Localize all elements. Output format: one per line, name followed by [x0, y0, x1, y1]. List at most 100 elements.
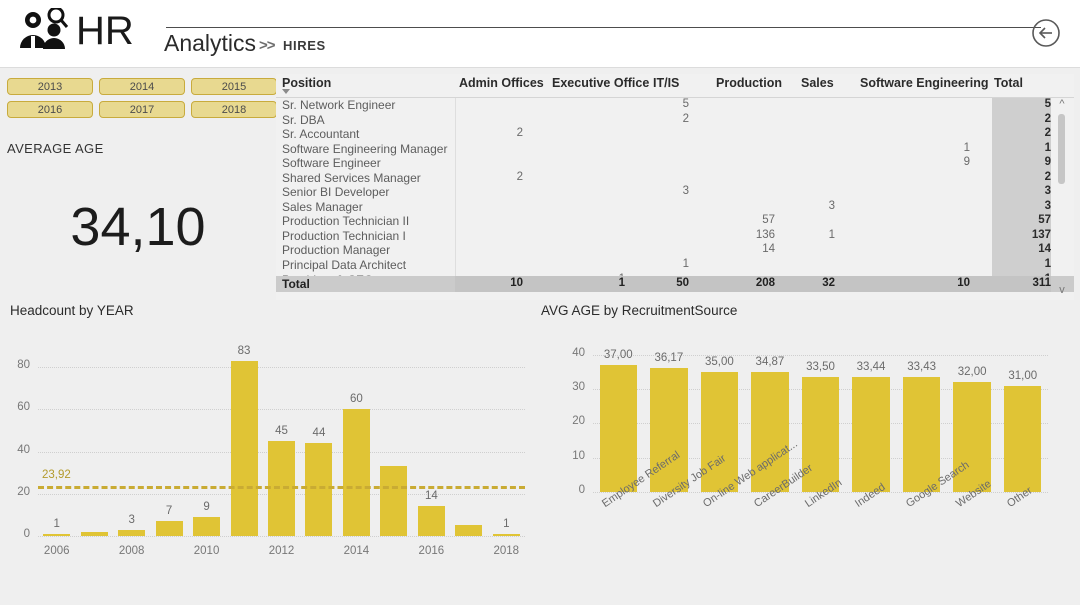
bar[interactable] [268, 441, 295, 536]
bar-data-label: 9 [203, 501, 210, 513]
matrix-col-total[interactable]: Total [994, 76, 1023, 90]
matrix-col-software-engineering[interactable]: Software Engineering [860, 76, 989, 90]
matrix-cell-position: Production Technician I [282, 228, 406, 243]
matrix-cell-total: 3 [1044, 185, 1051, 198]
matrix-cell-position: Production Technician II [282, 214, 410, 229]
hr-logo: HR [18, 6, 134, 54]
table-row[interactable]: Sales Manager 3 3 [276, 200, 1074, 215]
slicer-item-2016[interactable]: 2016 [7, 101, 93, 118]
header-bottom-rule [0, 67, 1080, 68]
slicer-item-2014[interactable]: 2014 [99, 78, 185, 95]
matrix-scrollbar[interactable]: ^ v [1052, 98, 1072, 300]
x-axis-tick[interactable]: 2006 [27, 545, 87, 557]
bar[interactable] [118, 529, 146, 536]
table-row[interactable]: Software Engineer 9 9 [276, 156, 1074, 171]
table-row[interactable]: Production Technician II 57 57 [276, 214, 1074, 229]
x-axis-tick[interactable]: 2010 [177, 545, 237, 557]
y-axis-tick: 20 [17, 485, 30, 498]
matrix-rows: Sr. Network Engineer 5 5 Sr. DBA 2 2 Sr. Accou… [276, 98, 1074, 276]
bar[interactable] [193, 517, 221, 536]
matrix-total-total: 311 [1032, 277, 1051, 289]
bar[interactable] [1004, 385, 1042, 492]
matrix-cell-sales: 1 [828, 228, 835, 241]
matrix-col-sales[interactable]: Sales [801, 76, 834, 90]
bar[interactable] [305, 443, 333, 536]
matrix-cell-position: Sr. Accountant [282, 127, 360, 142]
position-by-department-matrix[interactable]: Position Admin Offices Executive Office … [276, 74, 1074, 300]
y-axis-tick: 0 [578, 484, 585, 496]
table-row[interactable]: Sr. Network Engineer 5 5 [276, 98, 1074, 113]
table-row[interactable]: Production Technician I 136 1 137 [276, 229, 1074, 244]
table-row[interactable]: Software Engineering Manager 1 1 [276, 142, 1074, 157]
bar-data-label: 44 [312, 427, 326, 440]
matrix-cell-total: 57 [1038, 214, 1051, 227]
slicer-item-2015[interactable]: 2015 [191, 78, 277, 95]
headcount-by-year-chart[interactable]: 0 20 40 60 80 1 3 7 9 83 45 44 60 14 1 23,92 2006 2008 201… [0, 322, 535, 592]
scrollbar-thumb[interactable] [1058, 114, 1065, 184]
table-row[interactable]: Principal Data Architect 1 1 [276, 258, 1074, 273]
table-row[interactable]: Sr. Accountant 2 2 [276, 127, 1074, 142]
matrix-cell-position: Sales Manager [282, 199, 363, 214]
matrix-cell-it-is: 2 [682, 112, 689, 125]
slicer-item-2017[interactable]: 2017 [99, 101, 185, 118]
scroll-down-icon[interactable]: v [1056, 284, 1068, 296]
dashboard-page: HR Analytics >> HIRES 2013 2014 2015 201… [0, 0, 1080, 605]
matrix-cell-total: 1 [1044, 258, 1051, 271]
bar[interactable] [342, 409, 370, 536]
matrix-col-executive-office[interactable]: Executive Office [552, 76, 649, 90]
table-row[interactable]: Sr. DBA 2 2 [276, 113, 1074, 128]
matrix-col-position[interactable]: Position [282, 76, 331, 90]
slicer-item-2018[interactable]: 2018 [191, 101, 277, 118]
avg-age-by-recruitmentsource-chart[interactable]: 0 10 20 30 40 37,00 36,17 35,00 34,87 33,50 33,44 3… [535, 322, 1080, 592]
matrix-total-row: Total 10 1 50 208 32 10 311 [276, 276, 1074, 292]
logo-text: HR [76, 9, 134, 53]
matrix-cell-total: 2 [1044, 112, 1051, 125]
matrix-cell-total: 2 [1044, 170, 1051, 183]
matrix-cell-position: Sr. DBA [282, 112, 325, 127]
bar[interactable] [230, 360, 258, 536]
matrix-cell-it-is: 3 [682, 185, 689, 198]
matrix-cell-position: Shared Services Manager [282, 170, 421, 185]
slicer-item-2013[interactable]: 2013 [7, 78, 93, 95]
matrix-cell-production: 14 [762, 243, 775, 256]
y-axis-tick: 10 [572, 449, 585, 462]
bar-data-label: 14 [424, 490, 438, 503]
year-slicer: 2013 2014 2015 2016 2017 2018 [7, 78, 279, 122]
table-row[interactable]: Shared Services Manager 2 2 [276, 171, 1074, 186]
bar[interactable] [155, 521, 183, 536]
matrix-cell-admin-offices: 2 [516, 170, 523, 183]
average-reference-line [38, 485, 525, 489]
y-axis-tick: 60 [17, 401, 30, 414]
matrix-cell-production: 57 [762, 214, 775, 227]
matrix-col-production[interactable]: Production [716, 76, 782, 90]
bar[interactable] [43, 533, 71, 536]
bar-data-label: 1 [503, 517, 510, 530]
matrix-header-row: Position Admin Offices Executive Office … [276, 74, 1074, 98]
matrix-col-it-is[interactable]: IT/IS [653, 76, 679, 90]
bar[interactable] [80, 531, 108, 536]
matrix-cell-it-is: 5 [682, 98, 689, 110]
matrix-col-admin-offices[interactable]: Admin Offices [459, 76, 544, 90]
x-axis-tick[interactable]: 2014 [326, 545, 386, 557]
table-row[interactable]: Senior BI Developer 3 3 [276, 185, 1074, 200]
bar[interactable] [902, 377, 941, 492]
table-row[interactable]: Production Manager 14 14 [276, 243, 1074, 258]
matrix-cell-total: 2 [1044, 127, 1051, 140]
matrix-cell-position: Software Engineer [282, 156, 381, 171]
y-axis-tick: 40 [17, 443, 30, 456]
scroll-up-icon[interactable]: ^ [1056, 98, 1068, 110]
x-axis-tick[interactable]: 2018 [476, 545, 536, 557]
x-axis-tick[interactable]: 2012 [252, 545, 312, 557]
bar[interactable] [492, 533, 520, 536]
back-arrow-circle-icon[interactable] [1031, 18, 1061, 48]
bar[interactable] [852, 377, 890, 492]
matrix-cell-production: 136 [755, 228, 775, 241]
bar[interactable] [417, 506, 445, 536]
matrix-cell-sales: 3 [828, 199, 835, 212]
x-axis-tick[interactable]: 2016 [401, 545, 461, 557]
x-axis-tick[interactable]: 2008 [102, 545, 162, 557]
sort-descending-icon[interactable] [282, 89, 290, 94]
matrix-total-swe: 10 [957, 277, 970, 289]
bar[interactable] [599, 365, 637, 492]
page-title: HIRES [283, 38, 326, 53]
